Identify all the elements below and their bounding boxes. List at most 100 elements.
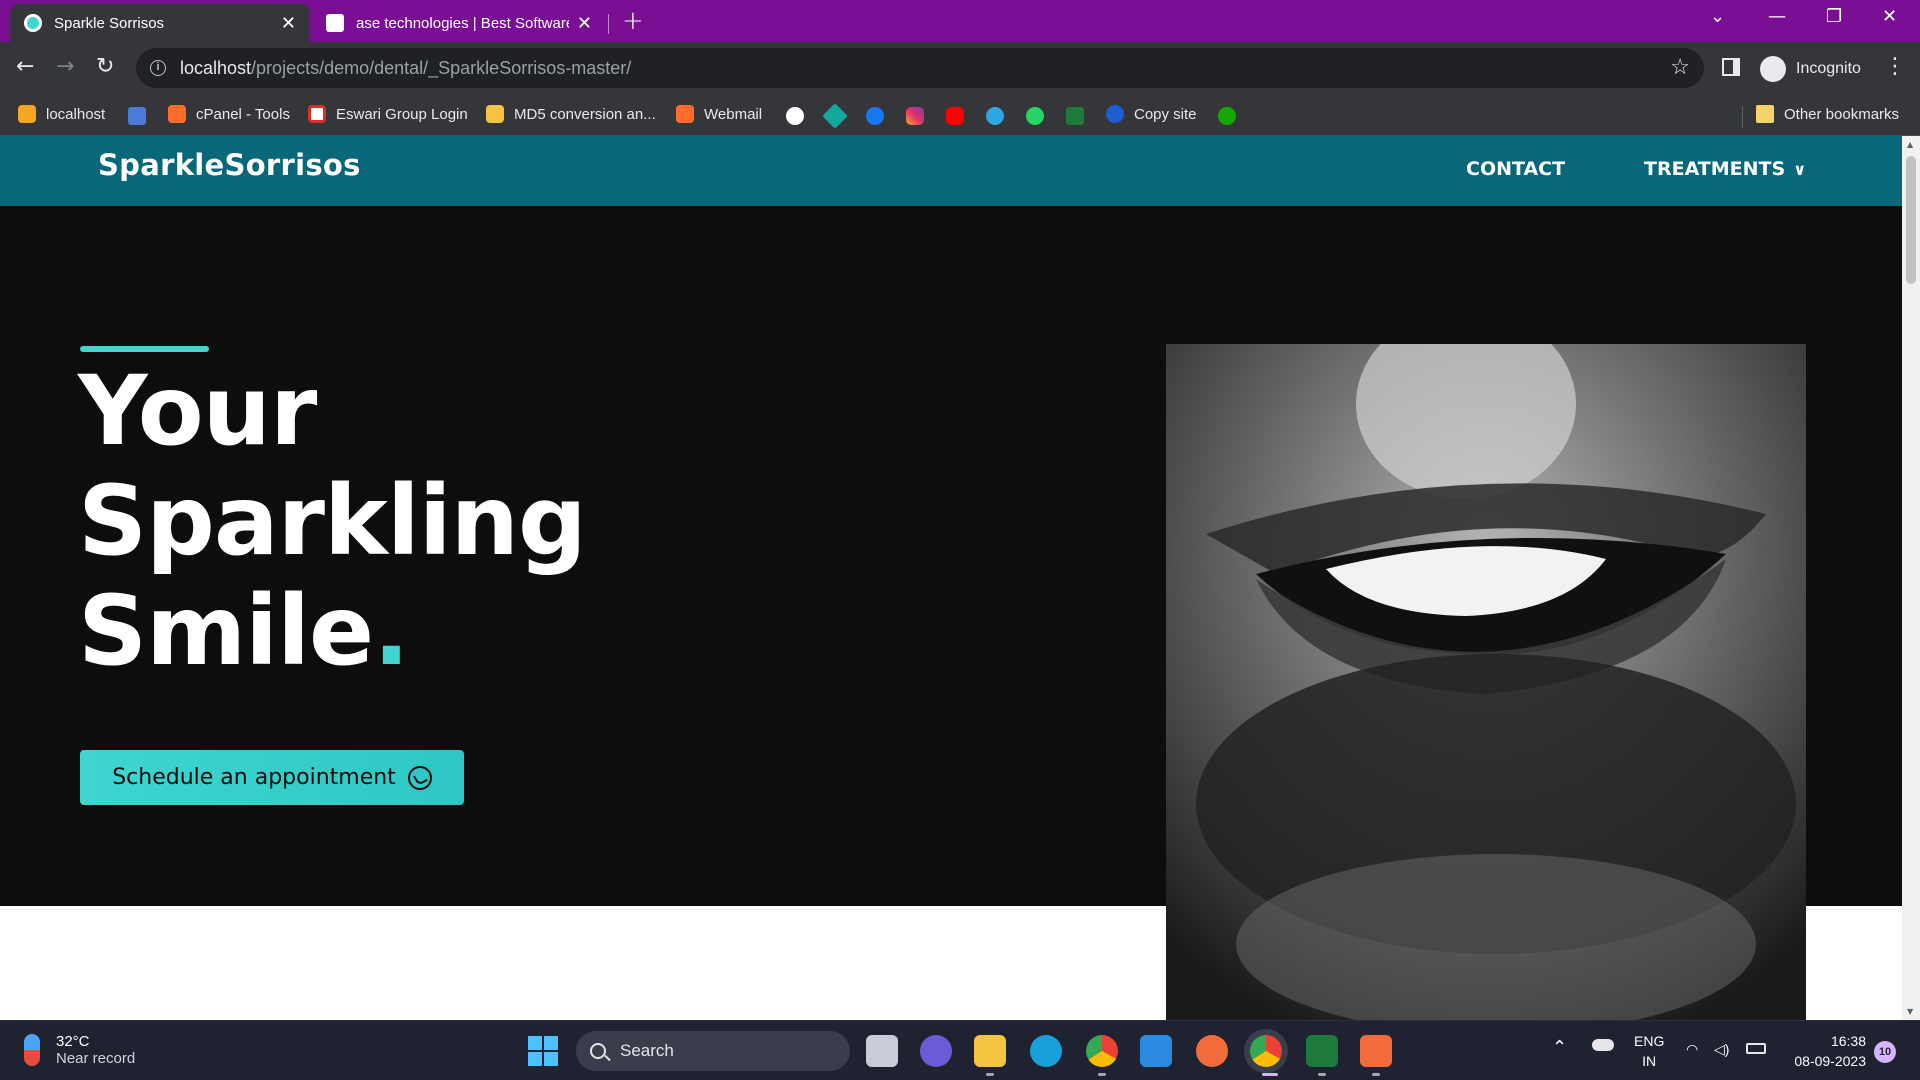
brand-logo[interactable]: SparkleSorrisos — [98, 148, 361, 182]
site-info-icon[interactable]: i — [150, 60, 166, 76]
nav-treatments-label: TREATMENTS — [1644, 158, 1786, 180]
close-tab-icon[interactable]: ✕ — [281, 13, 296, 34]
close-tab-icon[interactable]: ✕ — [577, 13, 592, 34]
bookmark-star-icon[interactable]: ☆ — [1670, 54, 1690, 80]
taskbar-search[interactable]: Search — [576, 1031, 850, 1071]
incognito-label: Incognito — [1796, 60, 1861, 77]
lang-bottom: IN — [1642, 1053, 1657, 1069]
tab-separator — [608, 14, 609, 34]
clock[interactable]: 16:38 08-09-2023 — [1786, 1031, 1866, 1071]
bookmark-label: MD5 conversion an... — [514, 105, 656, 123]
xampp-icon[interactable] — [1360, 1035, 1392, 1067]
browser-menu-icon[interactable]: ⋮ — [1884, 54, 1906, 79]
upwork-icon[interactable] — [1218, 107, 1236, 125]
nav-contact-link[interactable]: CONTACT — [1466, 158, 1565, 180]
facebook-icon[interactable] — [866, 107, 884, 125]
bookmark-webmail[interactable]: Webmail — [676, 105, 762, 123]
clock-date: 08-09-2023 — [1794, 1053, 1866, 1069]
file-explorer-icon[interactable] — [974, 1035, 1006, 1067]
hero-headline: Your Sparkling Smile. — [78, 355, 587, 687]
url-path: /projects/demo/dental/_SparkleSorrisos-m… — [251, 57, 632, 78]
page-scrollbar[interactable]: ▲ ▼ — [1902, 136, 1920, 1020]
bookmark-localhost[interactable]: localhost — [18, 105, 105, 123]
weather-temp: 32°C — [56, 1033, 90, 1050]
eswari-icon — [308, 105, 326, 123]
restore-icon[interactable]: ❐ — [1826, 6, 1842, 27]
page-viewport: SparkleSorrisos CONTACT TREATMENTS ∨ Your… — [0, 136, 1902, 1020]
scroll-up-icon[interactable]: ▲ — [1907, 140, 1913, 149]
side-panel-icon[interactable] — [1722, 58, 1740, 76]
tooth-favicon-icon — [24, 14, 42, 32]
telegram-icon[interactable] — [986, 107, 1004, 125]
address-bar[interactable]: i localhost/projects/demo/dental/_Sparkl… — [136, 48, 1704, 88]
onedrive-cloud-icon[interactable] — [1592, 1039, 1614, 1051]
vscode-icon[interactable] — [1140, 1035, 1172, 1067]
running-indicator — [1372, 1073, 1380, 1076]
volume-icon[interactable]: ◁) — [1714, 1039, 1729, 1059]
teams-chat-icon[interactable] — [920, 1035, 952, 1067]
incognito-icon — [1760, 56, 1786, 82]
show-hidden-icons-chevron[interactable]: ⌃ — [1552, 1037, 1567, 1057]
schedule-appointment-button[interactable]: Schedule an appointment — [80, 750, 464, 805]
reload-icon[interactable]: ↻ — [96, 54, 114, 79]
minimize-icon[interactable]: — — [1768, 6, 1786, 27]
edge-icon[interactable] — [1030, 1035, 1062, 1067]
postman-icon[interactable] — [1196, 1035, 1228, 1067]
headline-line-3: Smile — [78, 575, 374, 687]
f-bookmark-icon[interactable] — [128, 107, 146, 125]
instagram-icon[interactable] — [906, 107, 924, 125]
new-tab-button[interactable]: + — [622, 6, 644, 36]
headline-line-1: Your — [78, 355, 317, 467]
youtube-icon[interactable] — [946, 107, 964, 125]
active-indicator — [1262, 1073, 1278, 1076]
bookmark-cpanel-tools[interactable]: cPanel - Tools — [168, 105, 290, 123]
incognito-profile-button[interactable]: Incognito — [1756, 52, 1871, 86]
scroll-down-icon[interactable]: ▼ — [1907, 1007, 1913, 1016]
battery-icon[interactable] — [1746, 1043, 1766, 1054]
scrollbar-thumb[interactable] — [1906, 156, 1916, 284]
bookmark-eswari-group-login[interactable]: Eswari Group Login — [308, 105, 468, 123]
back-arrow-icon[interactable]: ← — [16, 54, 34, 79]
browser-toolbar: ← → ↻ i localhost/projects/demo/dental/_… — [0, 42, 1920, 96]
lang-top: ENG — [1634, 1033, 1665, 1049]
weather-widget[interactable]: 32°C Near record — [24, 1033, 135, 1067]
tab-title: Sparkle Sorrisos — [54, 14, 165, 32]
browser-tab-strip: Sparkle Sorrisos ✕ ase technologies | Be… — [0, 0, 1920, 42]
github-icon[interactable] — [786, 107, 804, 125]
windows-start-icon[interactable] — [528, 1036, 558, 1066]
chrome-incognito-icon[interactable] — [1250, 1035, 1282, 1067]
other-bookmarks-folder[interactable]: Other bookmarks — [1756, 105, 1899, 123]
task-view-icon[interactable] — [866, 1035, 898, 1067]
headline-line-2: Sparkling — [78, 465, 587, 577]
language-indicator[interactable]: ENG IN — [1634, 1031, 1664, 1071]
notification-badge[interactable]: 10 — [1874, 1041, 1896, 1063]
windows-taskbar: 32°C Near record Search ⌃ ENG IN ◠ ◁) 16… — [0, 1020, 1920, 1080]
diamond-app-icon[interactable] — [822, 103, 848, 129]
cta-label: Schedule an appointment — [112, 765, 396, 790]
w-icon — [1106, 105, 1124, 123]
wifi-icon[interactable]: ◠ — [1686, 1039, 1698, 1059]
whatsapp-icon[interactable] — [1026, 107, 1044, 125]
nav-treatments-dropdown[interactable]: TREATMENTS ∨ — [1644, 158, 1806, 180]
folder-icon — [1756, 105, 1774, 123]
cpanel-icon — [676, 105, 694, 123]
running-indicator — [1098, 1073, 1106, 1076]
url-host: localhost — [180, 57, 252, 78]
close-window-icon[interactable]: ✕ — [1882, 6, 1897, 27]
headline-dot: . — [373, 575, 409, 687]
tab-search-chevron-icon[interactable]: ⌄ — [1710, 6, 1725, 27]
bookmark-md5-conversion[interactable]: MD5 conversion an... — [486, 105, 656, 123]
search-icon — [590, 1043, 606, 1059]
thermometer-icon — [24, 1034, 40, 1066]
tab-sparkle-sorrisos[interactable]: Sparkle Sorrisos ✕ — [10, 4, 310, 42]
bookmark-label: Webmail — [704, 105, 763, 123]
tab-ase-technologies[interactable]: ase technologies | Best Software ✕ — [312, 4, 606, 42]
chrome-icon[interactable] — [1086, 1035, 1118, 1067]
excel-icon[interactable] — [1306, 1035, 1338, 1067]
smile-photo — [1166, 344, 1806, 1020]
forward-arrow-icon[interactable]: → — [56, 54, 74, 79]
cpanel-icon — [168, 105, 186, 123]
sheet-app-icon[interactable] — [1066, 107, 1084, 125]
bookmark-copy-site[interactable]: Copy site — [1106, 105, 1197, 123]
bookmarks-bar: localhost cPanel - Tools Eswari Group Lo… — [0, 96, 1920, 136]
